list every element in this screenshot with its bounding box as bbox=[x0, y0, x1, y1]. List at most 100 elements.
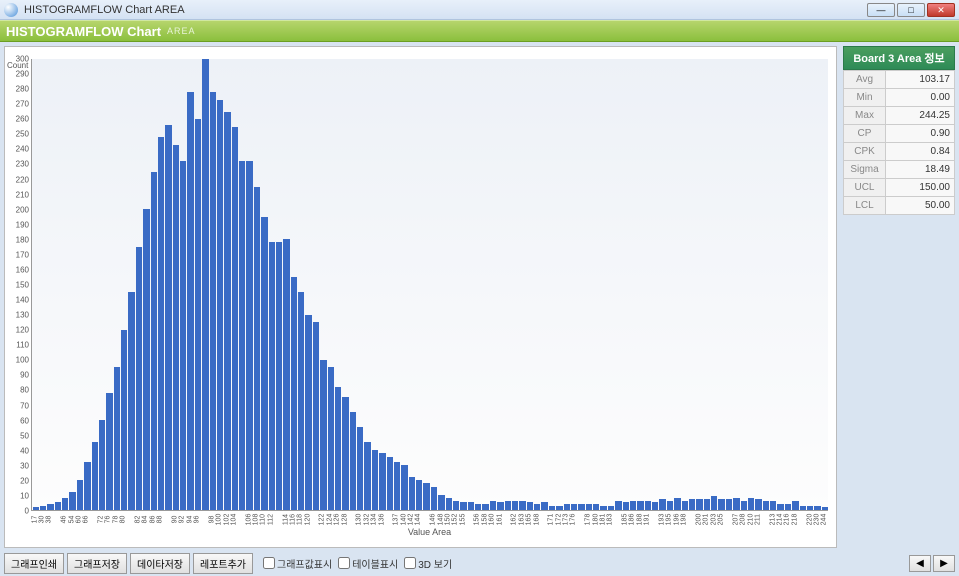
x-tick: 142 bbox=[408, 514, 415, 526]
bar bbox=[512, 501, 518, 510]
bar bbox=[696, 499, 702, 510]
y-tick: 100 bbox=[16, 356, 29, 365]
x-tick: 200 bbox=[695, 514, 702, 526]
bar bbox=[55, 502, 61, 510]
x-tick: 186 bbox=[629, 514, 636, 526]
stats-row: Avg103.17 bbox=[844, 71, 955, 89]
window-titlebar: HISTOGRAMFLOW Chart AREA — □ ✕ bbox=[0, 0, 959, 20]
y-tick: 10 bbox=[20, 491, 29, 500]
x-tick: 38 bbox=[46, 516, 53, 524]
bar bbox=[232, 127, 238, 510]
x-tick: 195 bbox=[666, 514, 673, 526]
y-tick: 180 bbox=[16, 235, 29, 244]
checkbox-input[interactable] bbox=[404, 557, 416, 569]
bar bbox=[431, 487, 437, 510]
bar bbox=[121, 330, 127, 510]
checkbox-label: 3D 보기 bbox=[418, 556, 452, 571]
x-axis: Value Area 17303846546066727678808284868… bbox=[31, 511, 828, 537]
bar bbox=[114, 367, 120, 510]
maximize-button[interactable]: □ bbox=[897, 3, 925, 17]
y-tick: 240 bbox=[16, 145, 29, 154]
bar bbox=[173, 145, 179, 510]
bar bbox=[682, 501, 688, 510]
bar bbox=[652, 502, 658, 510]
x-tick: 218 bbox=[791, 514, 798, 526]
x-tick: 196 bbox=[673, 514, 680, 526]
x-tick: 90 bbox=[171, 516, 178, 524]
checkbox-input[interactable] bbox=[263, 557, 275, 569]
toolbar-button[interactable]: 그래프저장 bbox=[67, 553, 127, 574]
bar bbox=[541, 502, 547, 510]
toolbar-checkbox[interactable]: 3D 보기 bbox=[404, 556, 452, 571]
y-tick: 20 bbox=[20, 476, 29, 485]
bar bbox=[298, 292, 304, 510]
checkbox-input[interactable] bbox=[338, 557, 350, 569]
bar bbox=[549, 506, 555, 511]
bar bbox=[180, 161, 186, 510]
x-tick: 150 bbox=[444, 514, 451, 526]
x-tick: 98 bbox=[208, 516, 215, 524]
y-tick: 210 bbox=[16, 190, 29, 199]
x-tick: 116 bbox=[289, 514, 296, 525]
checkbox-group: 그래프값표시 테이블표시 3D 보기 bbox=[257, 556, 452, 571]
stats-row: Min0.00 bbox=[844, 89, 955, 107]
bar bbox=[47, 504, 53, 510]
toolbar-button[interactable]: 레포트추가 bbox=[193, 553, 253, 574]
bar bbox=[320, 360, 326, 510]
bar bbox=[438, 495, 444, 510]
bar bbox=[586, 504, 592, 510]
bar bbox=[416, 480, 422, 510]
bar bbox=[659, 499, 665, 510]
stat-key: Avg bbox=[844, 71, 886, 89]
x-tick: 176 bbox=[570, 514, 577, 526]
bar bbox=[387, 457, 393, 510]
toolbar-checkbox[interactable]: 테이블표시 bbox=[338, 556, 398, 571]
x-tick: 181 bbox=[599, 514, 606, 526]
plot-area bbox=[31, 59, 828, 511]
bar bbox=[711, 496, 717, 510]
bar bbox=[792, 501, 798, 510]
bar bbox=[283, 239, 289, 510]
bar bbox=[269, 242, 275, 510]
x-tick: 178 bbox=[585, 514, 592, 526]
y-tick: 90 bbox=[20, 371, 29, 380]
x-tick: 96 bbox=[194, 516, 201, 524]
x-tick: 210 bbox=[747, 514, 754, 526]
bar bbox=[785, 504, 791, 510]
next-button[interactable]: ▶ bbox=[933, 555, 955, 572]
minimize-button[interactable]: — bbox=[867, 3, 895, 17]
bar bbox=[69, 492, 75, 510]
x-tick: 137 bbox=[393, 514, 400, 526]
y-tick: 170 bbox=[16, 250, 29, 259]
bar bbox=[807, 506, 813, 511]
x-tick: 30 bbox=[39, 516, 46, 524]
close-button[interactable]: ✕ bbox=[927, 3, 955, 17]
y-tick: 220 bbox=[16, 175, 29, 184]
x-tick: 205 bbox=[717, 514, 724, 526]
prev-button[interactable]: ◀ bbox=[909, 555, 931, 572]
chart-panel: Count 0102030405060708090100110120130140… bbox=[4, 46, 837, 548]
bar bbox=[224, 112, 230, 510]
toolbar-checkbox[interactable]: 그래프값표시 bbox=[263, 556, 332, 571]
toolbar-button[interactable]: 데이타저장 bbox=[130, 553, 190, 574]
x-tick: 140 bbox=[400, 514, 407, 526]
toolbar-button[interactable]: 그래프인쇄 bbox=[4, 553, 64, 574]
bar bbox=[468, 502, 474, 510]
x-tick: 173 bbox=[563, 514, 570, 526]
chart-bars bbox=[32, 59, 828, 510]
x-tick: 122 bbox=[319, 514, 326, 526]
x-tick: 80 bbox=[120, 516, 127, 524]
checkbox-label: 테이블표시 bbox=[352, 556, 398, 571]
panel-title: HISTOGRAMFLOW Chart bbox=[6, 24, 161, 39]
y-tick: 200 bbox=[16, 205, 29, 214]
stats-row: LCL50.00 bbox=[844, 197, 955, 215]
bar bbox=[372, 450, 378, 510]
stat-key: CPK bbox=[844, 143, 886, 161]
bar bbox=[335, 387, 341, 510]
x-tick: 163 bbox=[518, 514, 525, 526]
bar bbox=[291, 277, 297, 510]
bar bbox=[460, 502, 466, 510]
bar bbox=[704, 499, 710, 510]
window-controls: — □ ✕ bbox=[867, 3, 955, 17]
x-tick: 86 bbox=[149, 516, 156, 524]
